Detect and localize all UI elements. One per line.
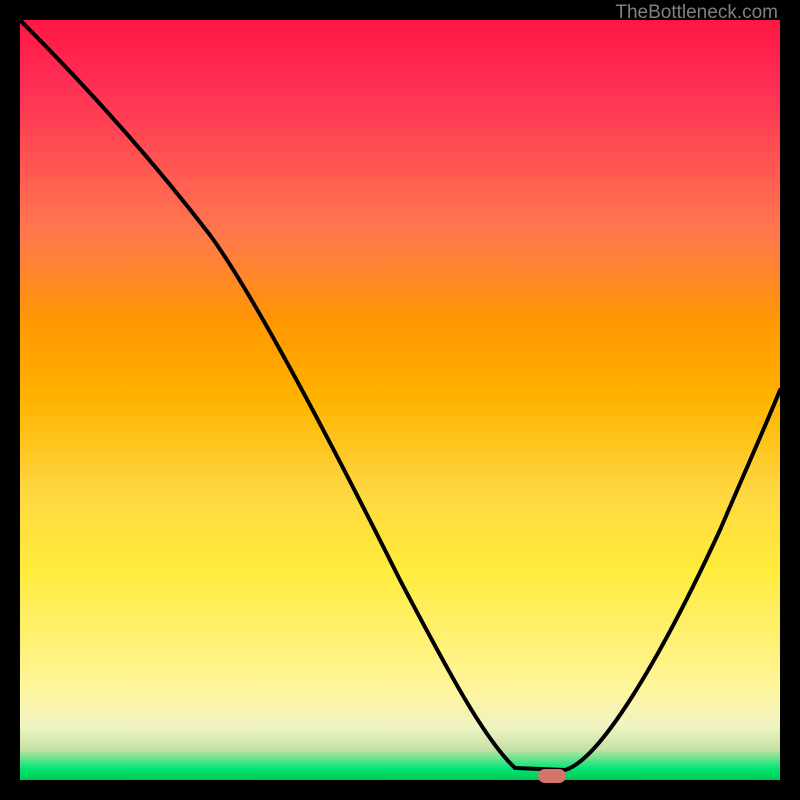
bottleneck-curve <box>20 20 780 780</box>
optimal-point-marker <box>538 769 566 783</box>
watermark-text: TheBottleneck.com <box>615 2 778 24</box>
